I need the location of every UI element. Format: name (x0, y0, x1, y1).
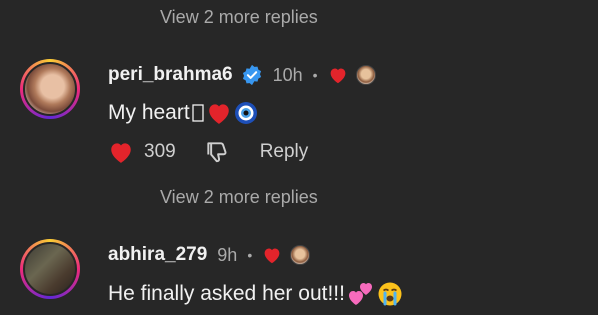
comment-text: My heart (108, 101, 190, 124)
two-hearts-icon (348, 283, 372, 305)
view-more-replies-link[interactable]: View 2 more replies (160, 187, 318, 208)
creator-heart-icon (330, 68, 345, 84)
comment-item: abhira_279 9h • He finally asked her out… (0, 236, 598, 315)
creator-heart-icon (264, 248, 280, 264)
nazar-amulet-icon (234, 102, 257, 124)
heart-filled-icon (111, 143, 131, 163)
avatar[interactable] (20, 239, 80, 299)
creator-avatar (355, 65, 376, 85)
view-more-replies-link[interactable]: View 2 more replies (160, 7, 318, 28)
creator-avatar (290, 245, 311, 265)
comment-actions: 309 Reply (108, 139, 308, 165)
like-count: 309 (144, 141, 176, 162)
reply-button[interactable]: Reply (260, 141, 309, 163)
separator-dot: • (247, 247, 253, 263)
comment-text-row: He finally asked her out!!! (108, 281, 403, 307)
timestamp: 9h (217, 244, 238, 265)
comment-text-row: My heart (108, 101, 258, 125)
comment-item: peri_brahma6 10h • My heart 309 Reply (0, 56, 598, 176)
avatar-image (23, 62, 77, 116)
like-button[interactable]: 309 (108, 140, 176, 164)
avatar-image (23, 242, 77, 296)
username[interactable]: peri_brahma6 (108, 64, 233, 86)
username[interactable]: abhira_279 (108, 244, 207, 266)
verified-badge-icon (242, 64, 261, 86)
comment-text: He finally asked her out!!! (108, 282, 345, 305)
dislike-thumb-icon[interactable] (204, 139, 230, 165)
avatar[interactable] (20, 59, 80, 119)
red-heart-icon (208, 104, 229, 124)
comment-header: peri_brahma6 10h • (108, 62, 376, 88)
separator-dot: • (312, 67, 318, 83)
timestamp: 10h (272, 64, 303, 85)
comment-header: abhira_279 9h • (108, 242, 311, 268)
loudly-crying-face-icon (378, 282, 402, 306)
box-glyph-icon (192, 104, 204, 122)
